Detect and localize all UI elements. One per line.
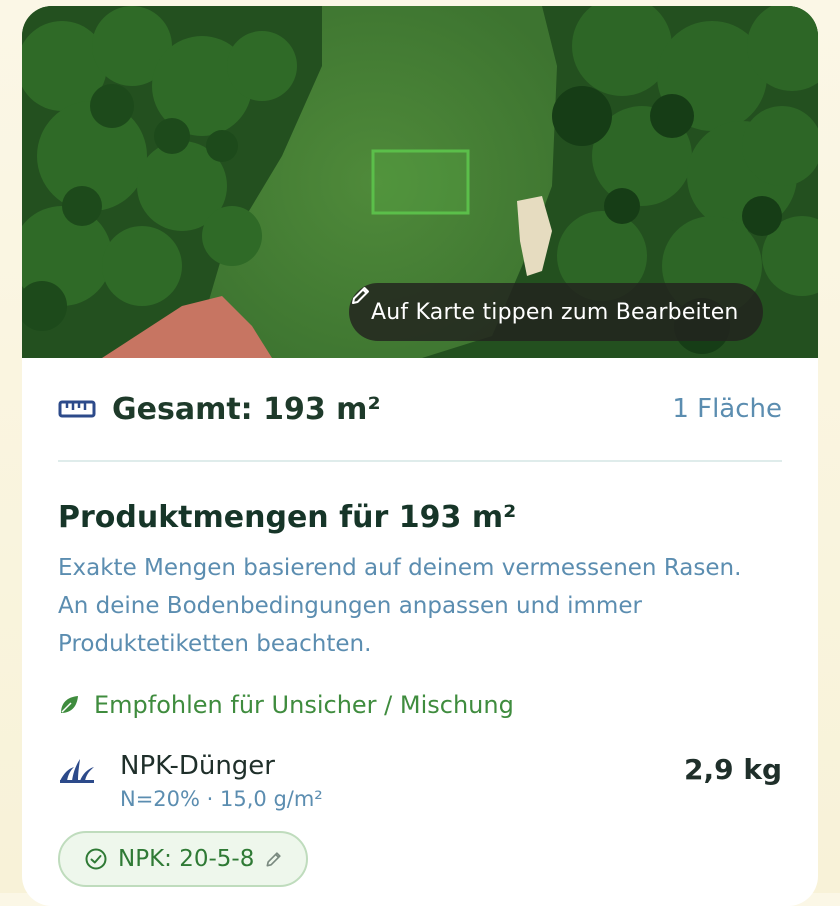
lawn-card: Auf Karte tippen zum Bearbeiten Gesamt: … bbox=[22, 6, 818, 906]
product-row[interactable]: NPK-Dünger N=20% · 15,0 g/m² 2,9 kg bbox=[58, 751, 782, 811]
total-area-label: Gesamt: 193 m² bbox=[112, 391, 381, 427]
edit-map-hint-button[interactable]: Auf Karte tippen zum Bearbeiten bbox=[349, 283, 763, 341]
leaf-icon bbox=[61, 696, 78, 713]
npk-edit-chip[interactable]: NPK: 20-5-8 bbox=[58, 831, 309, 887]
recommendation-row: Empfohlen für Unsicher / Mischung bbox=[58, 691, 782, 719]
recommendation-label: Empfohlen für Unsicher / Mischung bbox=[94, 691, 514, 719]
description-line: Produktetiketten beachten. bbox=[58, 631, 372, 657]
map-hint-label: Auf Karte tippen zum Bearbeiten bbox=[371, 299, 739, 325]
product-name: NPK-Dünger bbox=[120, 751, 275, 781]
satellite-map[interactable]: Auf Karte tippen zum Bearbeiten bbox=[22, 6, 818, 358]
pencil-icon bbox=[352, 287, 369, 304]
npk-label: NPK: 20-5-8 bbox=[118, 846, 255, 872]
description-line: Exakte Mengen basierend auf deinem verme… bbox=[58, 555, 742, 581]
check-circle-icon bbox=[85, 848, 107, 870]
product-detail: N=20% · 15,0 g/m² bbox=[120, 787, 323, 811]
area-count: 1 Fläche bbox=[672, 394, 782, 424]
description-line: An deine Bodenbedingungen anpassen und i… bbox=[58, 593, 642, 619]
product-amount: 2,9 kg bbox=[683, 753, 782, 786]
grass-icon bbox=[60, 759, 94, 783]
card-content: Gesamt: 193 m² 1 Fläche Produktmengen fü… bbox=[58, 358, 782, 887]
pencil-icon bbox=[266, 852, 282, 867]
product-amounts-title: Produktmengen für 193 m² bbox=[58, 500, 517, 535]
product-amounts-description: Exakte Mengen basierend auf deinem verme… bbox=[58, 549, 782, 663]
total-area-row: Gesamt: 193 m² 1 Fläche bbox=[58, 358, 782, 462]
ruler-icon bbox=[58, 400, 96, 418]
